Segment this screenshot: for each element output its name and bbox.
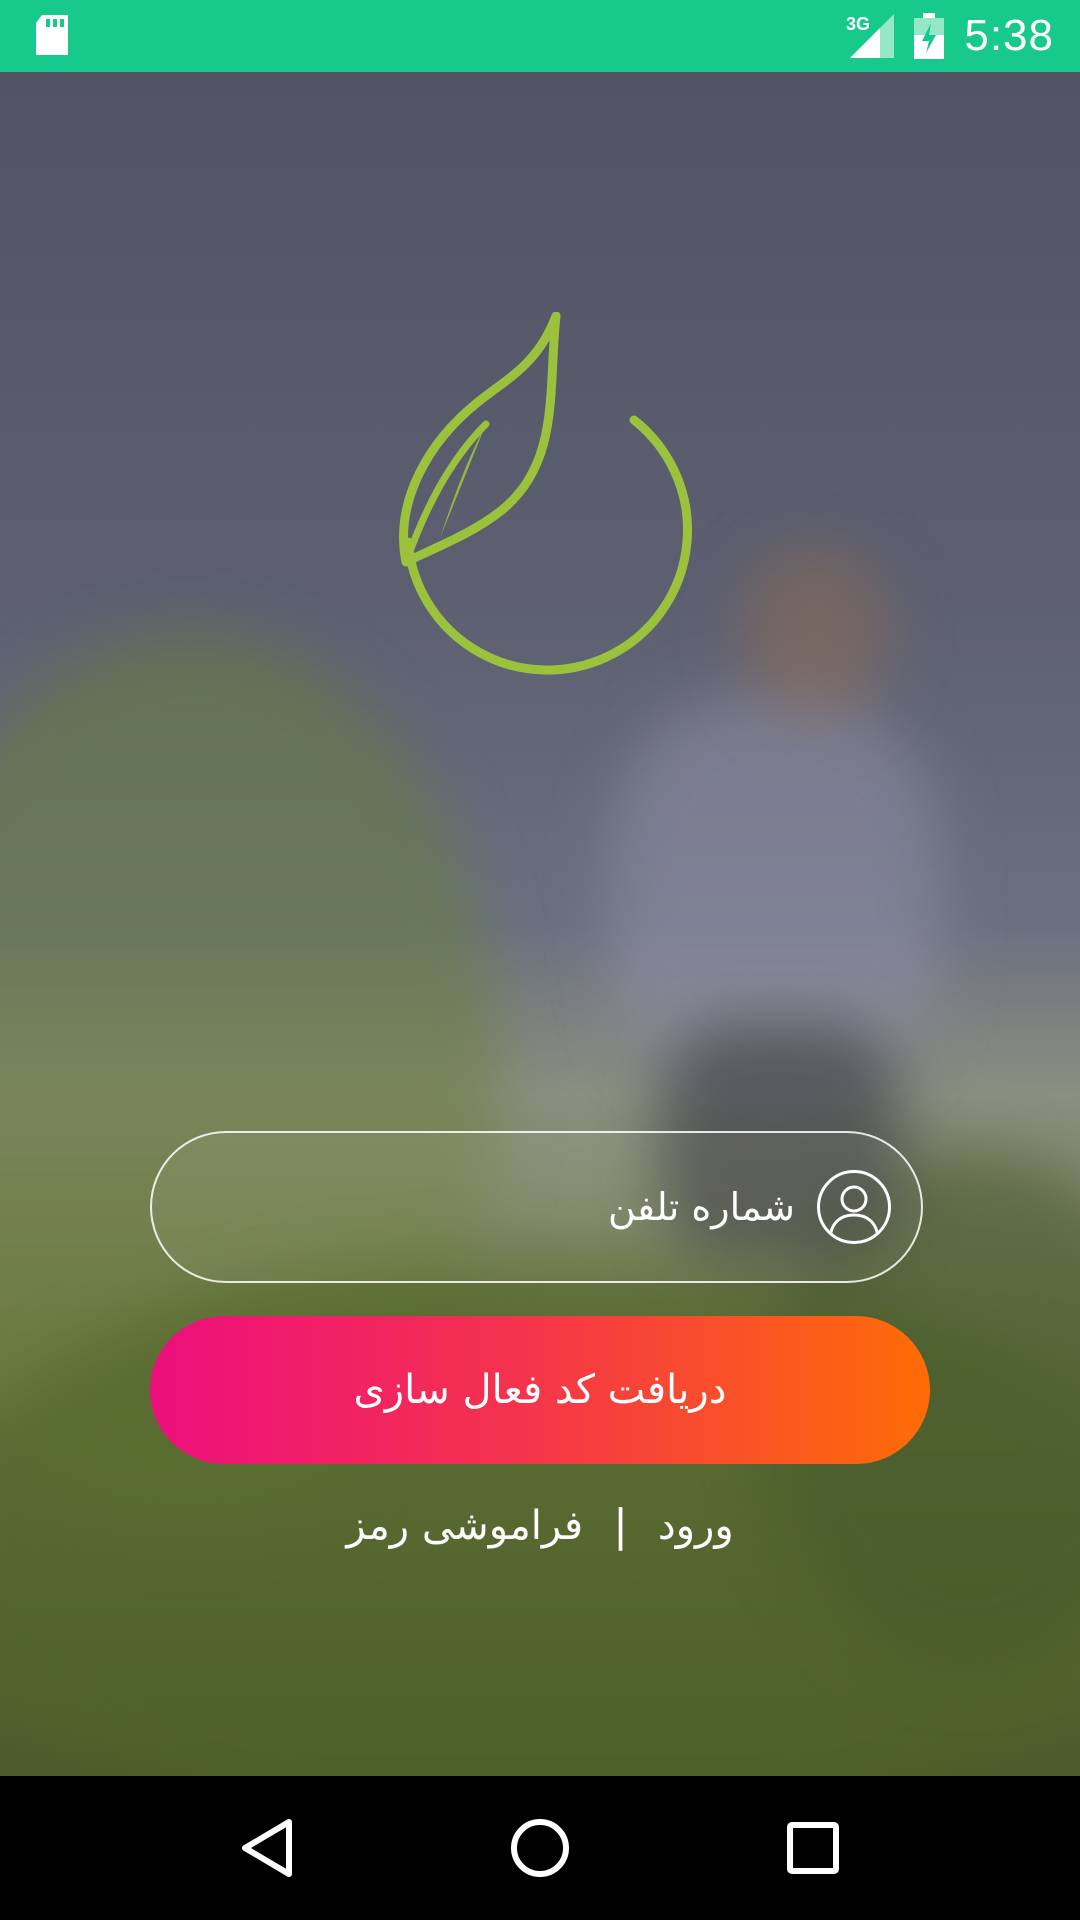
status-left (34, 15, 70, 57)
user-icon (817, 1170, 891, 1244)
status-right: 5:38 (850, 11, 1054, 61)
back-icon (241, 1819, 292, 1877)
back-button[interactable] (222, 1803, 312, 1893)
links-separator: | (613, 1500, 628, 1551)
recents-icon (787, 1822, 840, 1874)
network-type-label: 3G (846, 14, 871, 34)
battery-charging-icon (914, 13, 945, 59)
system-nav-bar (0, 1776, 1080, 1920)
get-activation-code-button[interactable]: دریافت کد فعال سازی (150, 1316, 930, 1464)
background-person-head (740, 542, 890, 722)
home-icon (510, 1819, 569, 1877)
auth-links: فراموشی رمز | ورود (0, 1500, 1080, 1551)
phone-number-placeholder: شماره تلفن (607, 1185, 795, 1229)
status-bar: 3G 5:38 (0, 0, 1080, 72)
forgot-password-link[interactable]: فراموشی رمز (346, 1503, 583, 1549)
phone-number-input[interactable]: شماره تلفن (150, 1131, 923, 1283)
home-button[interactable] (495, 1803, 585, 1893)
status-time: 5:38 (964, 11, 1054, 60)
login-link[interactable]: ورود (658, 1503, 734, 1549)
leaf-logo-icon (399, 312, 692, 675)
sd-card-icon (36, 15, 68, 55)
recents-button[interactable] (768, 1803, 858, 1893)
